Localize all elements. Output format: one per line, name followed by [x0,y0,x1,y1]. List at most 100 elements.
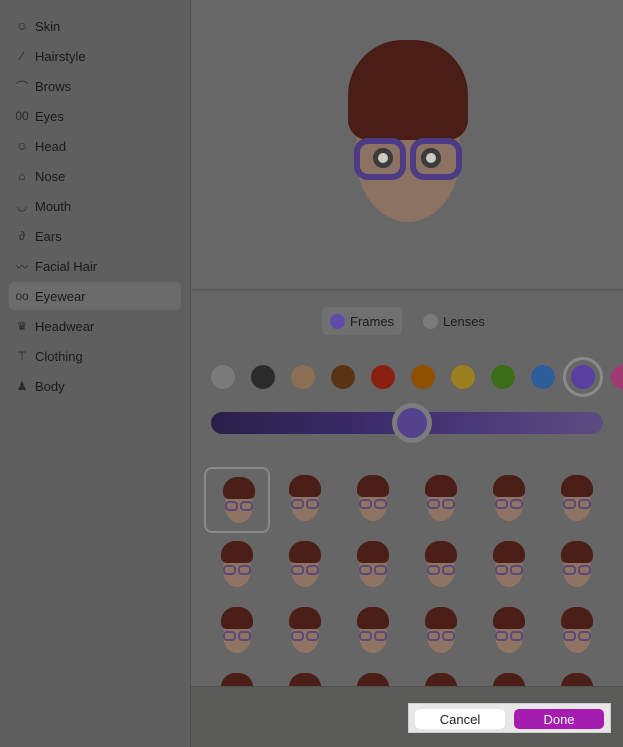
cancel-button[interactable]: Cancel [415,709,505,729]
eyewear-editor: Frames Lenses [191,291,623,686]
sidebar-item-label: Head [35,138,67,154]
memoji-thumbnail [491,473,527,525]
sidebar-item-eyes[interactable]: 00 Eyes [9,102,181,130]
color-swatch[interactable] [451,365,475,389]
color-dot-icon [330,313,345,329]
sidebar-item-ears[interactable]: ∂ Ears [9,222,181,250]
sidebar-item-clothing[interactable]: ⊤ Clothing [9,342,181,370]
sidebar-item-label: Headwear [35,318,95,334]
footer: Cancel Done [191,686,623,747]
shirt-icon: ⊤ [16,349,28,363]
sidebar-item-hairstyle[interactable]: ⁄ Hairstyle [9,42,181,70]
frame-option[interactable] [544,665,610,686]
sidebar-item-eyewear[interactable]: oo Eyewear [9,282,181,310]
memoji-thumbnail [287,671,323,686]
memoji-thumbnail [559,671,595,686]
sidebar-item-label: Mouth [35,198,72,214]
frame-option[interactable] [204,533,270,599]
comb-icon: ⁄ [20,49,23,63]
frame-option[interactable] [204,599,270,665]
frame-option[interactable] [408,599,474,665]
person-icon: ♟ [16,379,28,393]
memoji-thumbnail [423,473,459,525]
sidebar-item-label: Hairstyle [35,48,86,64]
memoji-thumbnail [559,539,595,591]
eyes-icon: 00 [15,109,29,123]
color-swatch[interactable] [491,365,515,389]
frame-option[interactable] [340,533,406,599]
sidebar-item-skin[interactable]: ☺ Skin [9,12,181,40]
frame-option[interactable] [544,599,610,665]
frame-option[interactable] [476,665,542,686]
frame-option[interactable] [476,533,542,599]
frame-option[interactable] [272,533,338,599]
face-circle-icon: ☺ [15,19,29,33]
sidebar-item-nose[interactable]: ⌂ Nose [9,162,181,190]
memoji-thumbnail [559,605,595,657]
color-swatch[interactable] [291,365,315,389]
sidebar-item-body[interactable]: ♟ Body [9,372,181,400]
memoji-thumbnail [355,473,391,525]
head-icon: ☺ [15,139,29,153]
frame-option[interactable] [204,665,270,686]
frame-option[interactable] [476,599,542,665]
memoji-thumbnail [491,671,527,686]
sidebar-item-facial-hair[interactable]: 〰 Facial Hair [9,252,181,280]
sidebar-item-head[interactable]: ☺ Head [9,132,181,160]
memoji-thumbnail [423,539,459,591]
sidebar-item-label: Brows [35,78,72,94]
sidebar-item-headwear[interactable]: ♛ Headwear [9,312,181,340]
frame-option[interactable] [272,665,338,686]
frame-option[interactable] [544,533,610,599]
memoji-thumbnail [221,475,257,527]
memoji-thumbnail [491,605,527,657]
shade-slider-thumb[interactable] [392,403,432,443]
frame-option[interactable] [272,599,338,665]
mustache-icon: 〰 [15,259,28,274]
glasses-icon: oo [15,289,29,303]
sidebar-item-label: Eyewear [35,288,86,304]
frame-option[interactable] [544,467,610,533]
color-swatch[interactable] [211,365,235,389]
frame-option[interactable] [408,665,474,686]
sidebar-item-label: Clothing [35,348,83,364]
memoji-thumbnail [423,671,459,686]
brow-icon: ⌒ [15,79,28,94]
memoji-thumbnail [355,539,391,591]
selected-swatch-ring [563,357,603,397]
frame-option[interactable] [272,467,338,533]
frame-option[interactable] [408,467,474,533]
color-swatch[interactable] [531,365,555,389]
frame-option[interactable] [340,665,406,686]
color-swatch[interactable] [411,365,435,389]
frame-option[interactable] [340,467,406,533]
color-swatch[interactable] [611,365,623,389]
sidebar-item-label: Body [35,378,65,394]
memoji-preview [191,0,623,290]
memoji-thumbnail [559,473,595,525]
frame-option[interactable] [204,467,270,533]
sidebar-item-mouth[interactable]: ◡ Mouth [9,192,181,220]
sidebar-item-label: Skin [35,18,61,34]
color-swatch[interactable] [251,365,275,389]
memoji-thumbnail [423,605,459,657]
frame-option[interactable] [408,533,474,599]
tab-frames[interactable]: Frames [322,307,403,335]
sidebar-item-label: Eyes [35,108,64,124]
memoji-thumbnail [219,671,255,686]
crown-icon: ♛ [16,319,28,333]
memoji-avatar [346,40,471,225]
frame-option[interactable] [476,467,542,533]
memoji-thumbnail [287,605,323,657]
memoji-thumbnail [287,539,323,591]
done-button[interactable]: Done [514,709,604,729]
memoji-thumbnail [355,605,391,657]
color-swatch[interactable] [331,365,355,389]
nose-icon: ⌂ [18,169,26,183]
memoji-thumbnail [355,671,391,686]
sidebar-item-label: Nose [35,168,66,184]
frame-option[interactable] [340,599,406,665]
color-swatch[interactable] [371,365,395,389]
sidebar-item-brows[interactable]: ⌒ Brows [9,72,181,100]
tab-lenses[interactable]: Lenses [415,307,493,335]
